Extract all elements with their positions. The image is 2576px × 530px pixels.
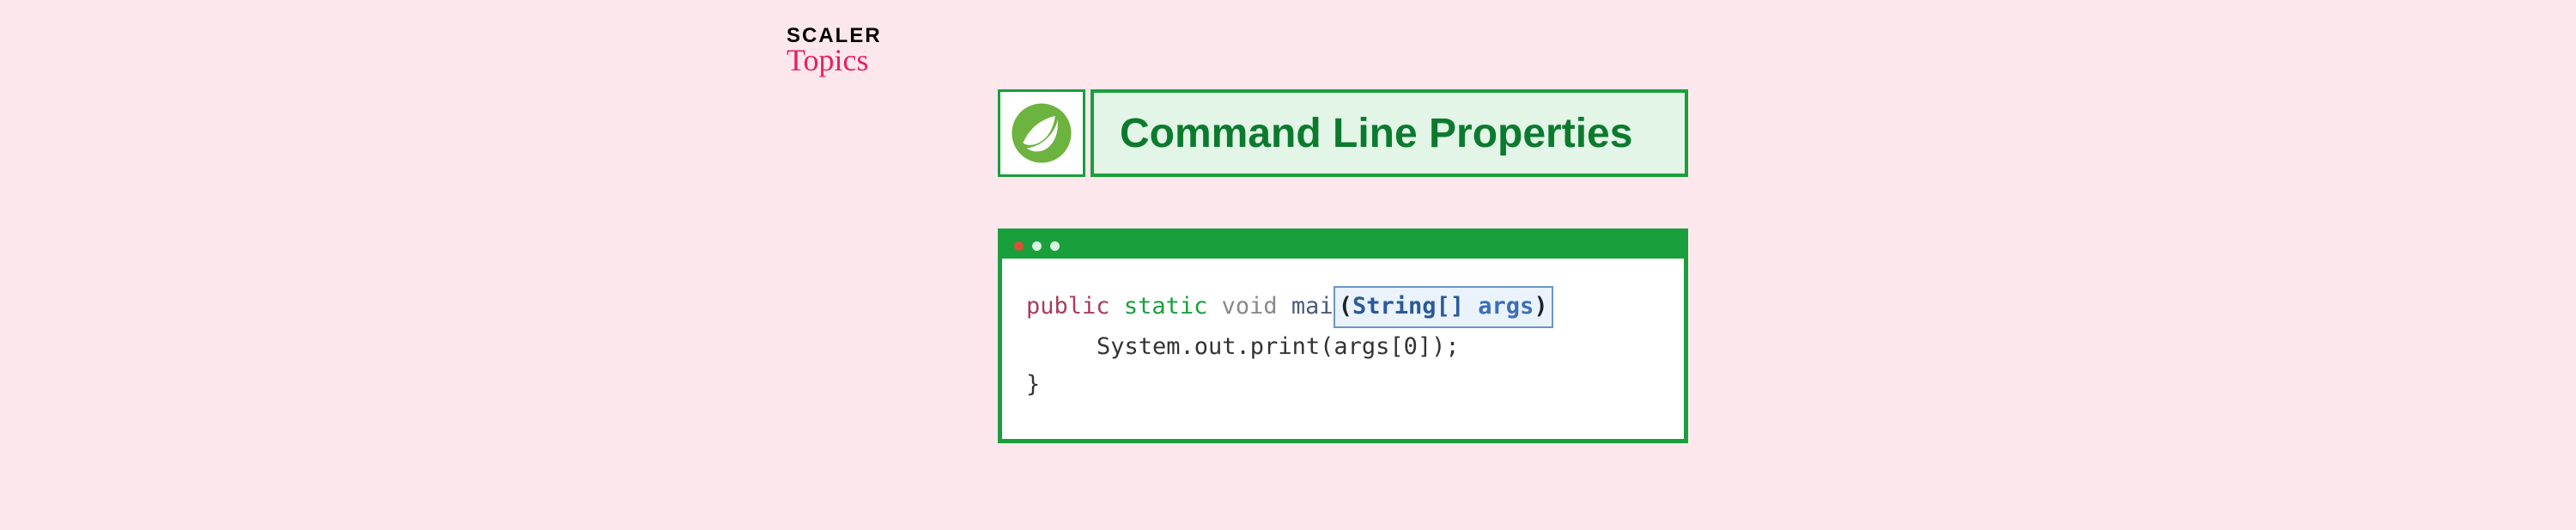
code-line-1: public static void mai(String[] args): [1026, 286, 1660, 328]
keyword-static: static: [1124, 293, 1208, 320]
code-window: public static void mai(String[] args) Sy…: [998, 228, 1688, 443]
paren-open: (: [1339, 293, 1352, 320]
spring-leaf-icon: [1011, 102, 1072, 164]
method-name: mai: [1291, 293, 1334, 320]
spring-icon-box: [998, 89, 1085, 177]
title-box: Command Line Properties: [1091, 89, 1688, 177]
maximize-dot-icon: [1050, 241, 1060, 251]
scaler-topics-logo: SCALER Topics: [787, 26, 882, 76]
page-title: Command Line Properties: [1120, 110, 1632, 157]
header-row: Command Line Properties: [998, 89, 1688, 177]
window-title-bar: [1002, 233, 1684, 259]
code-body: public static void mai(String[] args) Sy…: [1002, 259, 1684, 439]
minimize-dot-icon: [1032, 241, 1042, 251]
logo-line2: Topics: [787, 45, 882, 76]
code-line-2: System.out.print(args[0]);: [1026, 328, 1660, 367]
paren-close: ): [1534, 293, 1547, 320]
param-args: args: [1478, 293, 1534, 320]
type-string: String[]: [1352, 293, 1464, 320]
code-line-3: }: [1026, 366, 1660, 405]
args-highlight: (String[] args): [1334, 286, 1553, 328]
keyword-public: public: [1026, 293, 1110, 320]
keyword-void: void: [1222, 293, 1278, 320]
close-dot-icon: [1014, 241, 1024, 251]
